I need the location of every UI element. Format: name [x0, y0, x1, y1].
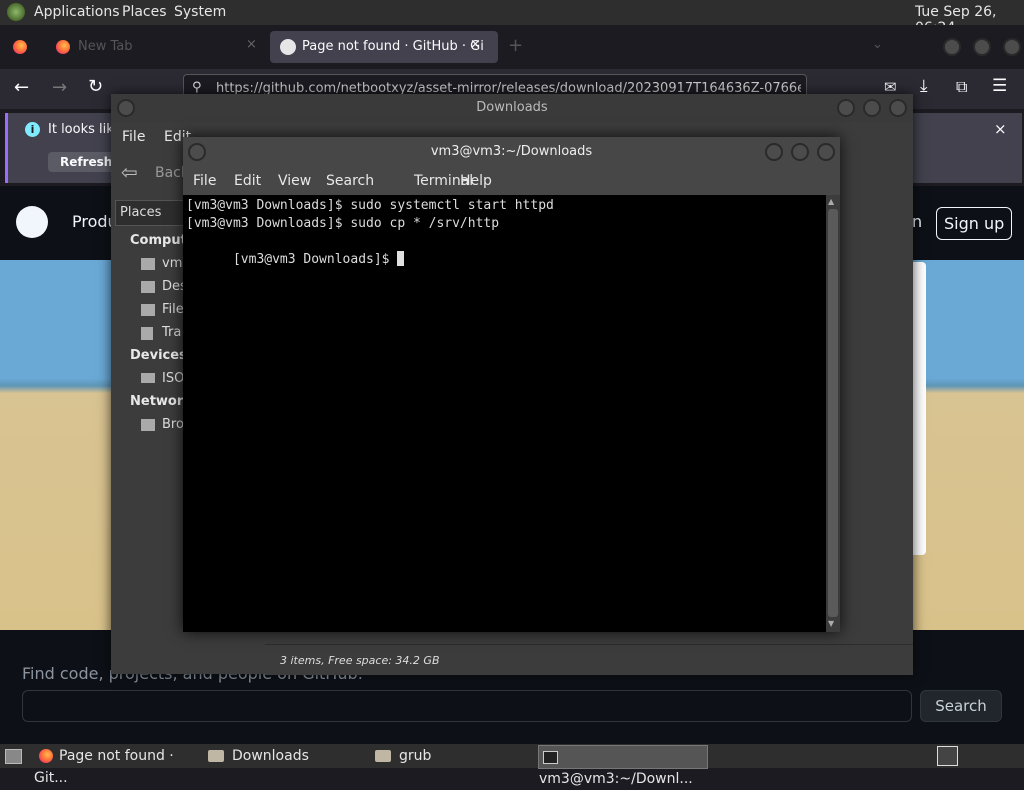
sidebar-item-browse-network[interactable]: Bro [162, 417, 184, 432]
file-manager-titlebar[interactable]: Downloads [111, 94, 913, 122]
menu-file[interactable]: File [122, 129, 145, 145]
taskbar-item-label: grub [399, 748, 432, 764]
minimize-icon[interactable] [765, 143, 783, 161]
system-menu[interactable]: System [174, 4, 226, 20]
github-search-input[interactable] [22, 690, 912, 722]
network-icon [141, 419, 155, 431]
menu-edit[interactable]: Edit [234, 173, 261, 189]
github-icon [280, 39, 296, 55]
minimize-icon[interactable] [837, 99, 855, 117]
sidebar-item-trash[interactable]: Tra [162, 325, 181, 340]
scroll-up-icon[interactable]: ▲ [828, 197, 834, 206]
sidebar-section-devices: Devices [130, 348, 187, 363]
hero-panel [912, 262, 926, 555]
sidebar: Places Comput vm3 Des File Tra Devices I… [111, 194, 192, 654]
terminal-scrollbar[interactable]: ▲ ▼ [826, 195, 840, 632]
workspace-switcher-icon[interactable] [937, 746, 958, 766]
desktop-icon [141, 281, 155, 293]
github-search-button[interactable]: Search [920, 690, 1002, 722]
terminal-prompt: [vm3@vm3 Downloads]$ [232, 252, 398, 267]
taskbar: Page not found · Git... Downloads grub v… [0, 744, 1024, 787]
status-text: 3 items, Free space: 34.2 GB [280, 654, 440, 667]
places-menu[interactable]: Places [122, 4, 167, 20]
applications-menu[interactable]: Applications [34, 4, 120, 20]
sign-up-button[interactable]: Sign up [936, 207, 1013, 240]
folder-icon [208, 750, 224, 762]
github-logo-icon[interactable] [16, 206, 48, 238]
forward-icon[interactable]: → [52, 77, 67, 98]
extensions-icon[interactable]: ⧉ [956, 77, 967, 97]
home-icon [141, 258, 155, 270]
text-cursor [397, 251, 405, 266]
maximize-icon[interactable] [791, 143, 809, 161]
places-selector[interactable]: Places [115, 200, 185, 226]
downloads-icon[interactable]: ⤓ [920, 76, 928, 96]
menu-search[interactable]: Search [326, 173, 374, 189]
file-view[interactable] [840, 194, 913, 644]
close-window-icon[interactable] [817, 143, 835, 161]
taskbar-item-terminal[interactable]: vm3@vm3:~/Downl... [538, 745, 708, 787]
filesystem-icon [141, 304, 155, 316]
list-tabs-icon[interactable]: ⌄ [872, 37, 883, 52]
close-window-icon[interactable] [889, 99, 907, 117]
taskbar-item-label: vm3@vm3:~/Downl... [539, 771, 693, 787]
terminal-line: [vm3@vm3 Downloads]$ sudo systemctl star… [186, 198, 554, 213]
close-icon[interactable]: × [994, 120, 1007, 138]
scroll-down-icon[interactable]: ▼ [828, 619, 834, 628]
terminal-line: [vm3@vm3 Downloads]$ sudo cp * /srv/http [186, 216, 500, 231]
search-icon: ⚲ [192, 80, 202, 95]
minimize-icon[interactable] [943, 38, 961, 56]
terminal-titlebar[interactable]: vm3@vm3:~/Downloads [183, 137, 840, 167]
info-icon: i [25, 122, 40, 137]
menu-file[interactable]: File [193, 173, 216, 189]
back-icon[interactable]: ⇦ [121, 160, 138, 184]
window-title: Downloads [476, 100, 548, 115]
maximize-icon[interactable] [863, 99, 881, 117]
menu-icon[interactable]: ☰ [992, 76, 1007, 96]
show-desktop-icon[interactable] [5, 749, 22, 764]
taskbar-item-downloads[interactable]: Downloads [204, 745, 368, 767]
menu-help[interactable]: Help [460, 173, 492, 189]
sidebar-item-iso[interactable]: ISO [162, 371, 184, 386]
new-tab-icon[interactable]: + [508, 35, 523, 56]
reload-icon[interactable]: ↻ [88, 76, 103, 97]
sidebar-section-computer: Comput [130, 233, 187, 248]
close-icon[interactable]: × [246, 37, 257, 52]
terminal-menubar: File Edit View Search Terminal Help [183, 167, 840, 195]
taskbar-item-label: Page not found · Git... [34, 748, 174, 786]
terminal-icon [543, 750, 558, 764]
close-window-icon[interactable] [1003, 38, 1021, 56]
tab-page-not-found[interactable]: Page not found · GitHub · Gi × [270, 31, 498, 63]
tab-title: New Tab [78, 39, 133, 54]
gnome-logo-icon[interactable] [7, 3, 25, 21]
taskbar-item-firefox[interactable]: Page not found · Git... [34, 745, 202, 786]
statusbar: 3 items, Free space: 34.2 GB [265, 644, 913, 675]
terminal-output[interactable]: [vm3@vm3 Downloads]$ sudo systemctl star… [183, 195, 826, 632]
scrollbar-thumb[interactable] [828, 209, 838, 617]
menu-view[interactable]: View [278, 173, 311, 189]
maximize-icon[interactable] [973, 38, 991, 56]
places-label: Places [120, 205, 162, 220]
taskbar-item-label: Downloads [232, 748, 309, 764]
tab-title: Page not found · GitHub · Gi [302, 39, 484, 54]
firefox-view-icon[interactable] [13, 40, 27, 54]
top-panel: Applications Places System Tue Sep 26, 0… [0, 0, 1024, 36]
terminal-window: vm3@vm3:~/Downloads File Edit View Searc… [183, 137, 840, 632]
back-icon[interactable]: ← [14, 77, 29, 98]
terminal-prompt-line: [vm3@vm3 Downloads]$ [186, 233, 405, 287]
terminal-title: vm3@vm3:~/Downloads [430, 144, 593, 159]
firefox-tabbar: New Tab × Page not found · GitHub · Gi ×… [0, 25, 1024, 69]
close-icon[interactable]: × [470, 37, 481, 52]
firefox-icon [56, 40, 70, 54]
sign-in-link[interactable]: n [912, 212, 922, 231]
trash-icon [141, 327, 153, 340]
folder-icon [375, 750, 391, 762]
sidebar-item-filesystem[interactable]: File [162, 302, 184, 317]
firefox-icon [39, 749, 53, 763]
drive-icon [141, 373, 155, 383]
tab-new-tab[interactable]: New Tab × [46, 31, 268, 63]
taskbar-item-grub[interactable]: grub [370, 745, 536, 767]
